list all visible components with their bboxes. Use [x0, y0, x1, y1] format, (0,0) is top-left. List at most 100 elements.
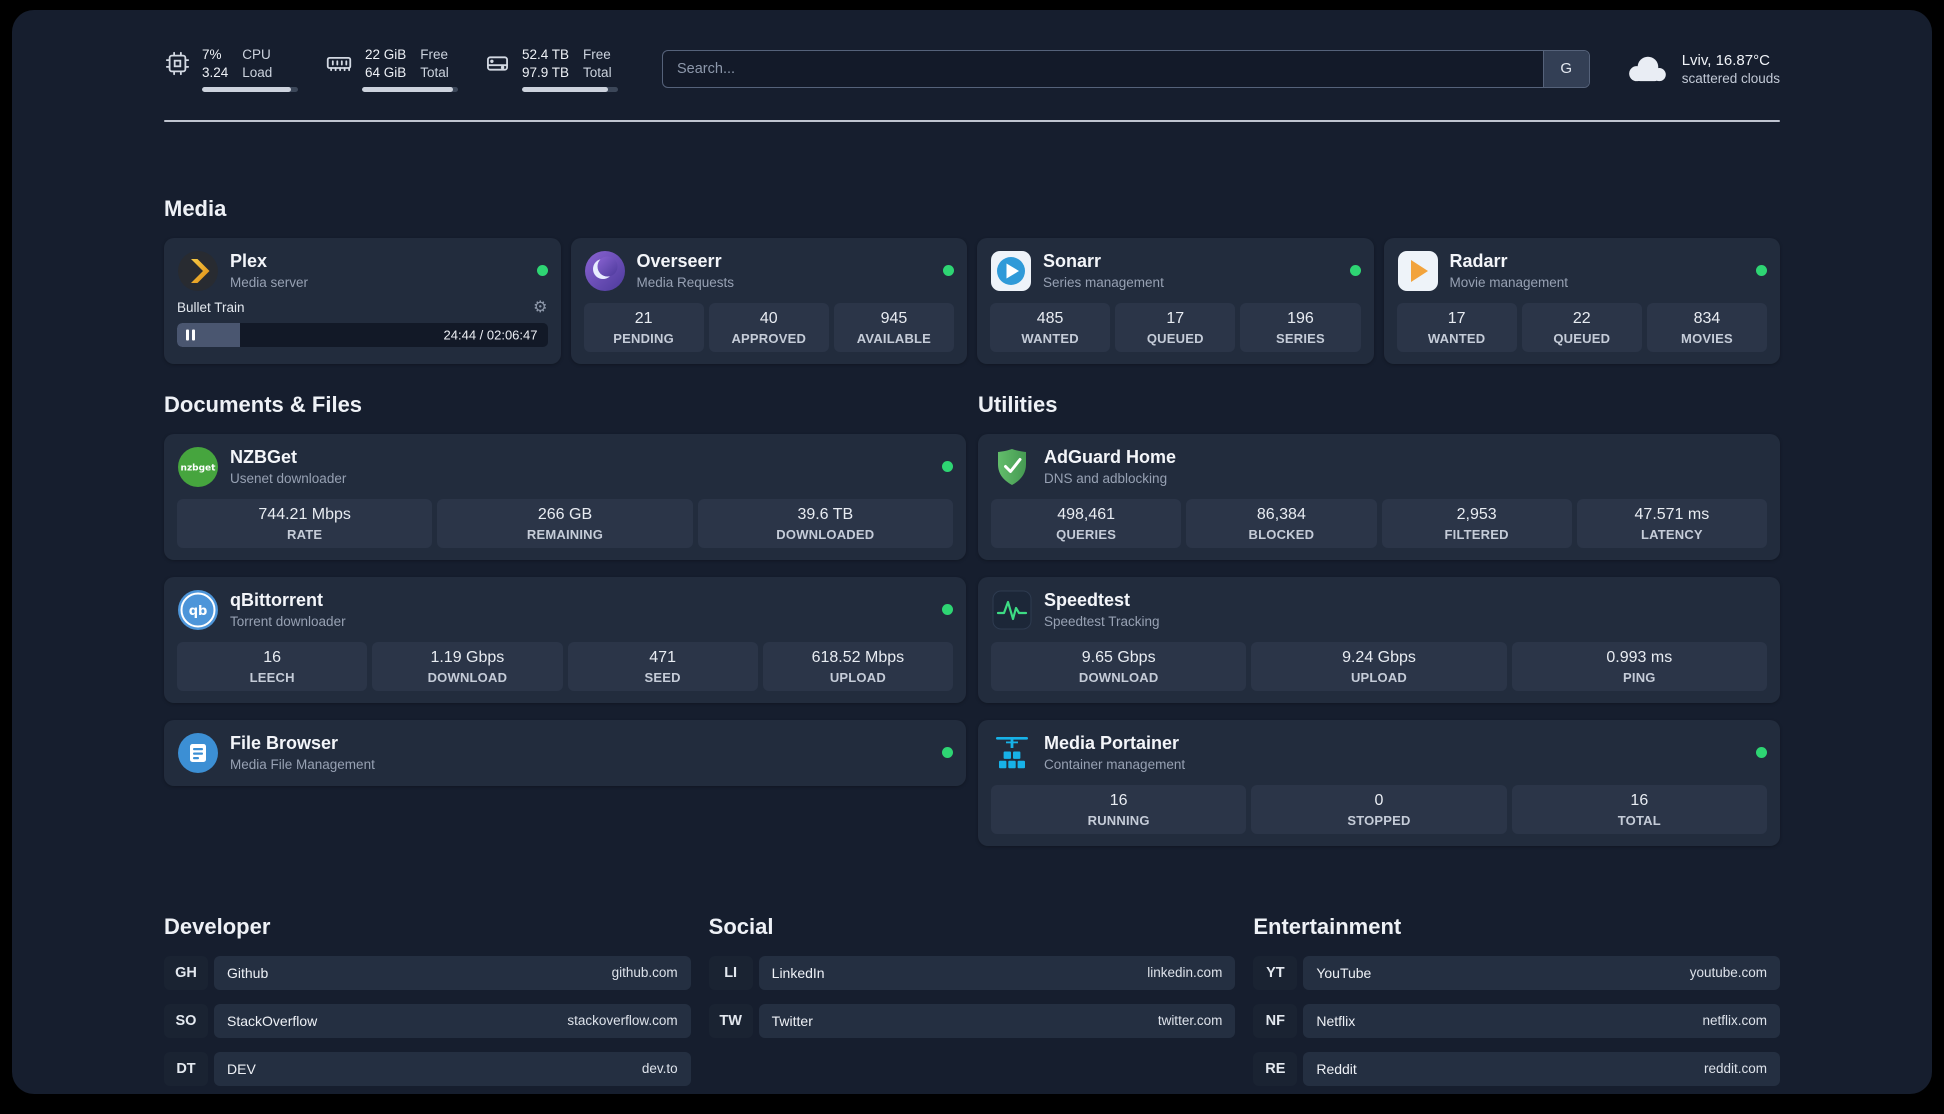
dashboard-root: 7% 3.24 CPU Load 22 GiB 64 GiB Free Tota…	[12, 10, 1932, 1094]
app-subtitle-sonarr: Series management	[1043, 274, 1164, 290]
stat-value: 471	[649, 648, 676, 666]
svg-text:nzbget: nzbget	[181, 463, 217, 473]
bookmark-netflix: NF Netflix netflix.com	[1253, 1003, 1780, 1038]
stat-tile-approved: 40 APPROVED	[708, 302, 829, 352]
app-link-overseerr[interactable]: Overseerr Media Requests	[584, 250, 954, 292]
app-name-plex: Plex	[230, 251, 268, 272]
app-card-overseerr: Overseerr Media Requests 21 PENDING 40 A…	[570, 237, 967, 364]
cpu-load-label: Load	[242, 64, 273, 80]
app-name-qbittorrent: qBittorrent	[230, 590, 323, 611]
weather-condition: scattered clouds	[1681, 70, 1780, 86]
bookmark-name: YouTube	[1316, 964, 1372, 981]
stat-value: 16	[1630, 791, 1649, 809]
gear-icon[interactable]: ⚙	[533, 299, 547, 316]
search-engine-button[interactable]: G	[1542, 50, 1589, 87]
playback-time: 24:44 / 02:06:47	[443, 327, 538, 343]
bookmark-dev: DT DEV dev.to	[164, 1051, 691, 1086]
app-link-adguard[interactable]: AdGuard Home DNS and adblocking	[991, 446, 1767, 488]
ram-progress-fill	[362, 86, 454, 92]
bookmark-link[interactable]: DEV dev.to	[214, 1051, 691, 1086]
bookmark-name: Netflix	[1316, 1012, 1356, 1029]
bookmark-abbr[interactable]: LI	[708, 955, 753, 990]
stat-label: TOTAL	[1617, 812, 1661, 828]
bookmark-abbr[interactable]: DT	[164, 1051, 208, 1086]
bookmark-link[interactable]: StackOverflow stackoverflow.com	[214, 1003, 691, 1038]
cpu-label: CPU	[242, 47, 271, 62]
app-link-filebrowser[interactable]: File Browser Media File Management	[177, 732, 953, 774]
app-card-radarr: Radarr Movie management 17 WANTED 22 QUE…	[1383, 237, 1780, 364]
stat-tile-upload: 9.24 Gbps UPLOAD	[1251, 641, 1507, 691]
section-heading-entertainment: Entertainment	[1253, 913, 1402, 939]
app-link-nzbget[interactable]: nzbget NZBGet Usenet downloader	[177, 446, 953, 488]
status-dot	[1756, 265, 1767, 277]
portainer-icon	[996, 736, 1028, 768]
bookmark-link[interactable]: Twitter twitter.com	[758, 1003, 1236, 1038]
speedtest-icon	[992, 590, 1032, 630]
bookmark-link[interactable]: Netflix netflix.com	[1303, 1003, 1780, 1038]
stat-value: 498,461	[1057, 505, 1116, 523]
bookmark-name: StackOverflow	[227, 1012, 318, 1029]
stat-value: 21	[634, 309, 653, 327]
app-link-plex[interactable]: Plex Media server	[177, 250, 548, 292]
top-bar: 7% 3.24 CPU Load 22 GiB 64 GiB Free Tota…	[164, 46, 1780, 92]
stat-tile-series: 196 SERIES	[1240, 302, 1361, 352]
app-link-portainer[interactable]: Media Portainer Container management	[991, 732, 1767, 774]
stat-tile-downloaded: 39.6 TB DOWNLOADED	[697, 498, 953, 548]
bookmark-link[interactable]: Reddit reddit.com	[1303, 1051, 1780, 1086]
section-utilities: Utilities AdGuard Home DNS and adblockin…	[978, 392, 1780, 846]
app-name-radarr: Radarr	[1449, 251, 1508, 272]
bookmark-link[interactable]: Github github.com	[214, 955, 691, 990]
stat-tile-movies: 834 MOVIES	[1646, 302, 1768, 352]
bookmark-abbr[interactable]: GH	[164, 955, 208, 990]
overseerr-icon	[584, 250, 625, 291]
bookmark-url: netflix.com	[1702, 1013, 1767, 1029]
bookmark-reddit: RE Reddit reddit.com	[1253, 1051, 1780, 1086]
search-input[interactable]	[663, 50, 1543, 87]
stat-tile-download: 9.65 Gbps DOWNLOAD	[991, 641, 1247, 691]
stat-value: 1.19 Gbps	[430, 648, 505, 666]
app-card-nzbget: nzbget NZBGet Usenet downloader 744.21 M…	[164, 433, 966, 560]
bookmark-name: DEV	[227, 1060, 256, 1077]
pause-icon[interactable]	[186, 329, 195, 341]
radarr-icon	[1397, 250, 1438, 291]
ram-free-label: Free	[420, 47, 449, 62]
stat-label: QUEUED	[1146, 330, 1204, 346]
bookmark-group-developer: Developer GH Github github.com SO StackO…	[164, 914, 691, 1086]
stat-label: AVAILABLE	[856, 330, 932, 346]
stat-label: UPLOAD	[1350, 669, 1408, 685]
stat-value: 618.52 Mbps	[811, 648, 905, 666]
playback-progress-bar[interactable]: 24:44 / 02:06:47	[177, 322, 548, 347]
stat-value: 86,384	[1256, 505, 1306, 523]
app-link-speedtest[interactable]: Speedtest Speedtest Tracking	[991, 589, 1767, 631]
bookmark-abbr[interactable]: SO	[164, 1003, 208, 1038]
bookmark-abbr[interactable]: NF	[1253, 1003, 1298, 1038]
app-link-sonarr[interactable]: Sonarr Series management	[990, 250, 1361, 292]
stat-tile-stopped: 0 STOPPED	[1251, 784, 1507, 834]
cpu-load-value: 3.24	[202, 64, 229, 80]
filebrowser-icon	[178, 732, 218, 773]
ram-progress-bar	[362, 86, 458, 92]
bookmark-abbr[interactable]: RE	[1253, 1051, 1298, 1086]
disk-progress-bar	[522, 86, 618, 92]
bookmark-abbr[interactable]: TW	[708, 1003, 753, 1038]
bookmark-link[interactable]: YouTube youtube.com	[1303, 955, 1780, 990]
app-link-radarr[interactable]: Radarr Movie management	[1397, 250, 1767, 292]
stat-value: 196	[1287, 309, 1314, 327]
stat-label: LATENCY	[1640, 526, 1703, 542]
stat-value: 266 GB	[537, 505, 593, 523]
stat-value: 0	[1374, 791, 1384, 809]
bookmark-abbr[interactable]: YT	[1253, 955, 1298, 990]
section-heading-utilities: Utilities	[978, 391, 1058, 417]
stat-value: 744.21 Mbps	[258, 505, 351, 523]
app-link-qbittorrent[interactable]: qb qBittorrent Torrent downloader	[177, 589, 953, 631]
bookmark-group-social: Social LI LinkedIn linkedin.com TW Twitt…	[708, 914, 1236, 1086]
bookmark-link[interactable]: LinkedIn linkedin.com	[758, 955, 1236, 990]
plex-icon	[178, 250, 218, 291]
stat-tile-filtered: 2,953 FILTERED	[1381, 498, 1572, 548]
stat-tile-ping: 0.993 ms PING	[1511, 641, 1767, 691]
stat-value: 2,953	[1456, 505, 1497, 523]
status-dot	[536, 265, 548, 277]
app-subtitle-speedtest: Speedtest Tracking	[1044, 613, 1160, 629]
stat-label: WANTED	[1021, 330, 1079, 346]
stat-value: 17	[1447, 309, 1466, 327]
